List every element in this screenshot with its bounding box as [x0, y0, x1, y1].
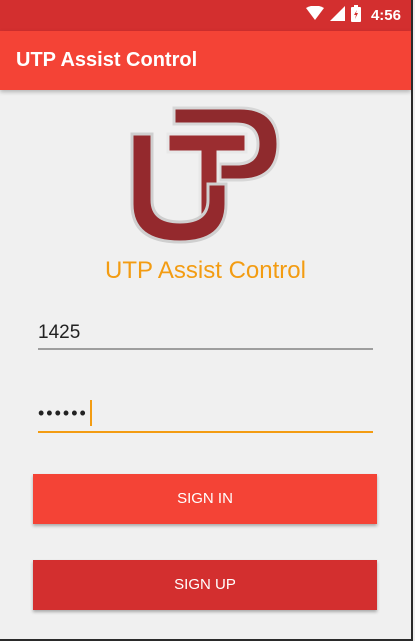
username-value: 1425	[38, 322, 81, 343]
app-bar: UTP Assist Control	[0, 31, 411, 90]
signal-icon	[329, 5, 345, 26]
sign-up-button[interactable]: SIGN UP	[33, 560, 377, 610]
logo-caption: UTP Assist Control	[105, 257, 306, 284]
battery-icon	[350, 4, 361, 27]
password-dots: ••••••	[38, 402, 88, 423]
status-time: 4:56	[370, 7, 401, 24]
text-cursor	[89, 400, 92, 426]
app-title: UTP Assist Control	[16, 49, 198, 71]
app-screen: 4:56 UTP Assist Control UTP Assist Contr…	[0, 0, 413, 641]
status-bar: 4:56	[0, 0, 411, 31]
sign-in-button[interactable]: SIGN IN	[33, 474, 377, 524]
wifi-icon	[305, 5, 324, 25]
utp-logo	[128, 104, 286, 246]
username-field[interactable]: 1425	[38, 318, 373, 350]
password-field[interactable]: ••••••	[38, 400, 373, 433]
status-icons: 4:56	[305, 0, 401, 31]
password-value: ••••••	[38, 400, 92, 426]
